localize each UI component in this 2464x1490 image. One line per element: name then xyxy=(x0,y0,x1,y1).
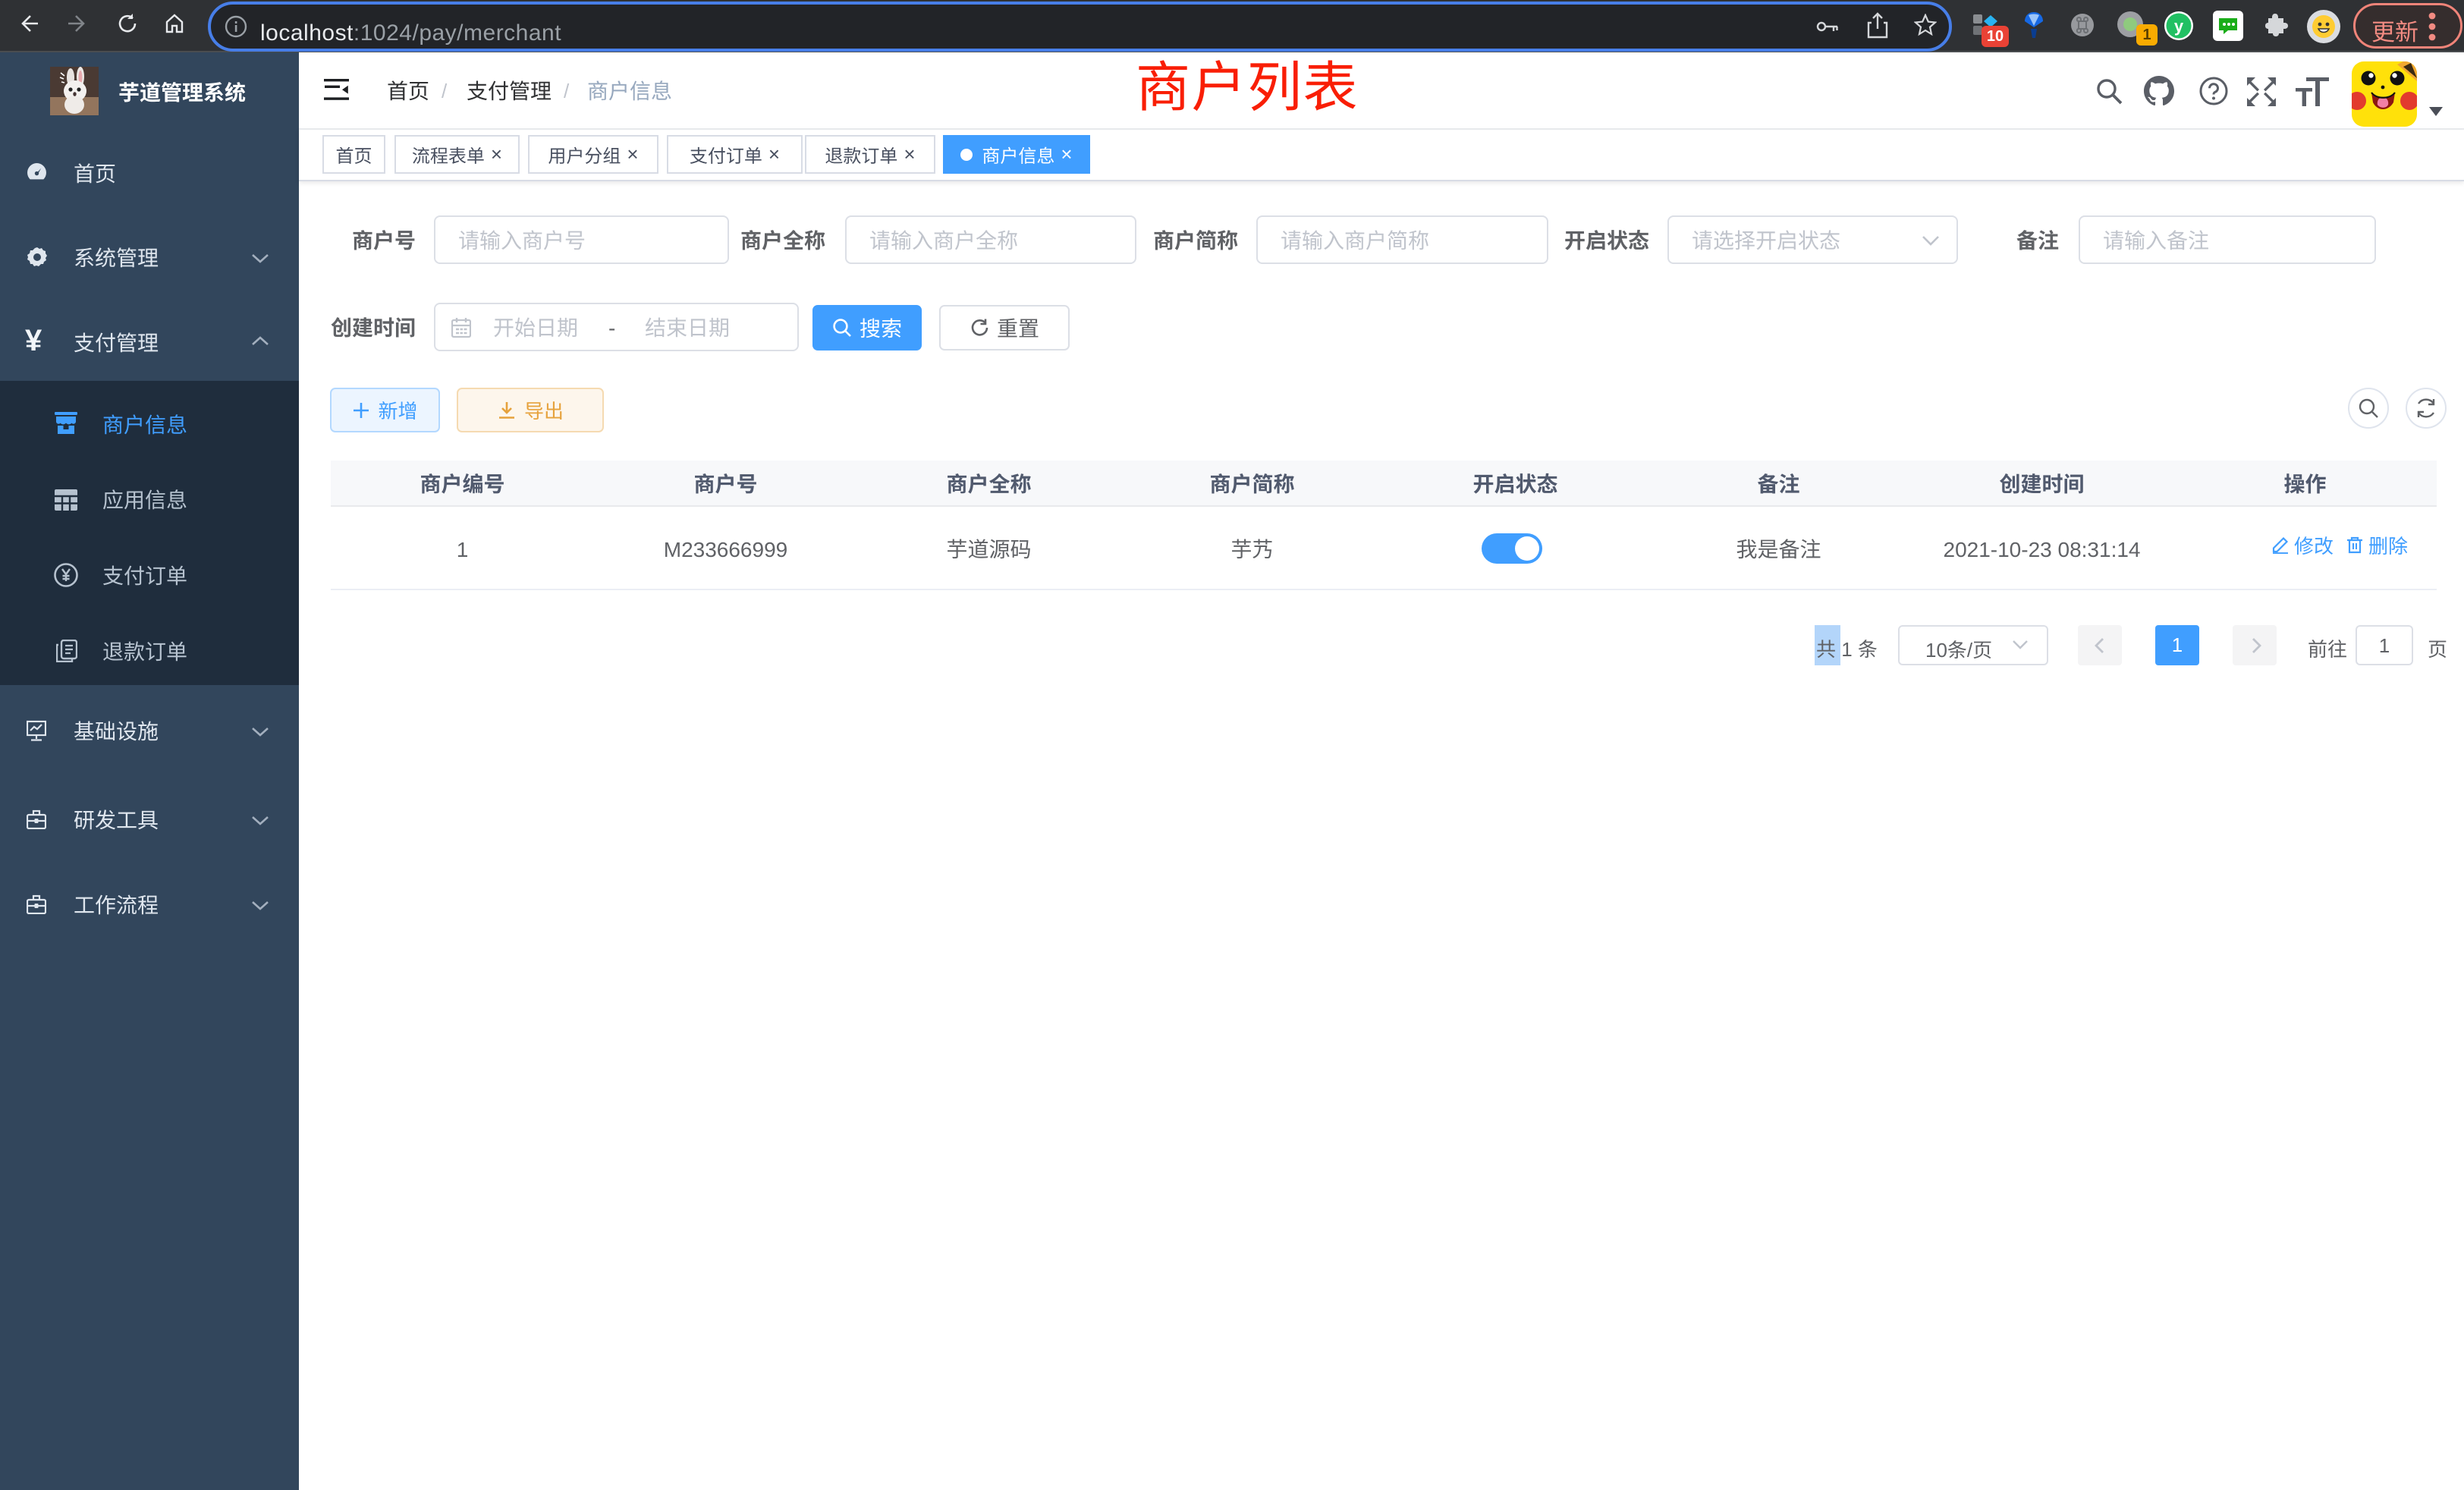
svg-text:y: y xyxy=(2174,17,2184,36)
